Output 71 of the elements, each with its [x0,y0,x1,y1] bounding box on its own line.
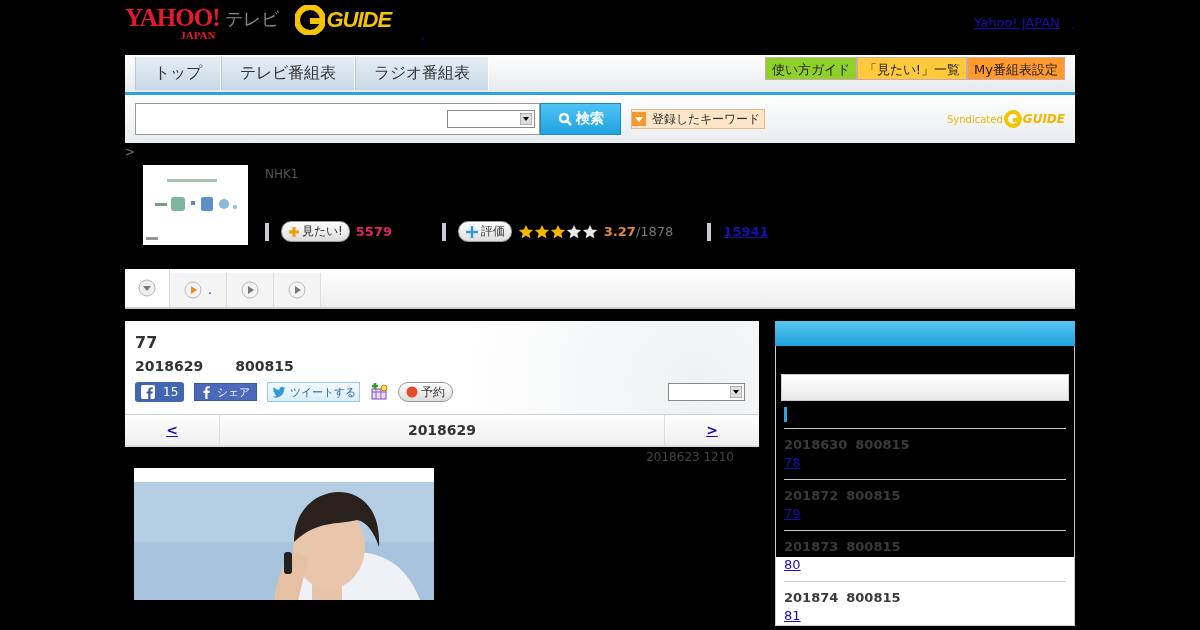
air-time: 800815 [235,358,294,374]
syndicated-text: Syndicated [947,113,1003,125]
divider-mark [441,222,446,241]
want-button[interactable]: 見たい! [281,221,350,242]
tv-logo-text: テレビ [225,7,280,31]
plus-icon [464,224,479,239]
breadcrumb-link[interactable]: > [125,143,1075,165]
dropdown-icon [520,113,532,125]
facebook-icon [201,385,212,399]
japan-logo-text: JAPAN [180,30,216,41]
star-filled-icon [517,223,534,240]
program-title: 77 [135,333,159,352]
separator-mark: , [1071,19,1075,30]
facebook-icon [141,385,155,399]
record-icon [406,386,419,398]
air-date: 2018629 [135,358,204,374]
nav-tab[interactable]: ラジオ番組表 [355,57,489,90]
episode-date: 201874 [784,590,839,605]
nav-tab[interactable]: テレビ番組表 [221,57,355,90]
star-filled-icon [549,223,566,240]
search-field[interactable] [135,103,540,135]
accent-mark [784,407,787,422]
episode-link[interactable]: 81 [784,608,884,623]
guide-logo-text: GUIDE [326,7,392,33]
program-tab[interactable] [125,269,170,307]
episode-time: 800815 [846,539,901,554]
like-button[interactable]: 15 [135,382,185,402]
separator-mark: , [421,30,425,41]
plus-icon [288,225,300,238]
nav-button[interactable]: My番組表設定 [967,57,1065,80]
share-button[interactable]: シェア [194,383,258,401]
option-select[interactable] [668,383,745,401]
previous-link[interactable]: < [125,422,219,438]
g-logo-icon [295,5,326,35]
yahoo-logo: YAHOO! [125,5,220,30]
episode-time: 800815 [855,437,910,452]
tweet-button[interactable]: ツイートする [267,382,361,402]
next-link[interactable]: > [665,422,759,438]
reserve-button[interactable]: 予約 [398,382,454,402]
rating-score: 3.27 [603,224,636,239]
bird-icon [271,386,288,398]
divider-mark [707,222,712,241]
episode-time: 800815 [846,590,901,605]
guide-logo-text: GUIDE [1022,112,1065,126]
pager-date: 2018629 [219,415,665,445]
channel-name: NHK1 [265,167,300,181]
caret-icon [632,112,646,126]
rate-button[interactable]: 評価 [457,221,512,242]
nav-button[interactable]: 使い方ガイド [764,57,857,80]
g-logo-icon [1003,110,1022,128]
divider-mark [265,222,269,241]
nav-button[interactable]: 「見たい!」一覧 [856,57,968,80]
dropdown-icon [730,386,742,398]
episode-time: 800815 [846,488,901,503]
want-count: 5579 [355,224,393,239]
updated-date: 2018623 1210 [645,449,735,466]
vote-count: /1878 [635,224,674,239]
episode-date: 2018630 [784,437,848,452]
calendar-add-icon [370,383,389,401]
program-tab[interactable] [273,273,321,307]
episode-date: 201872 [784,488,839,503]
sidebar-field[interactable] [781,374,1069,401]
episode-link[interactable]: 80 [784,557,884,572]
search-icon [557,112,572,126]
keyword-button[interactable]: 登録したキーワード [631,109,765,129]
program-tab[interactable]: . [170,273,227,307]
program-tab[interactable] [226,273,274,307]
nav-tab[interactable]: トップ [135,57,221,90]
star-filled-icon [533,223,550,240]
category-select[interactable] [447,110,535,128]
episode-date: 201873 [784,539,839,554]
